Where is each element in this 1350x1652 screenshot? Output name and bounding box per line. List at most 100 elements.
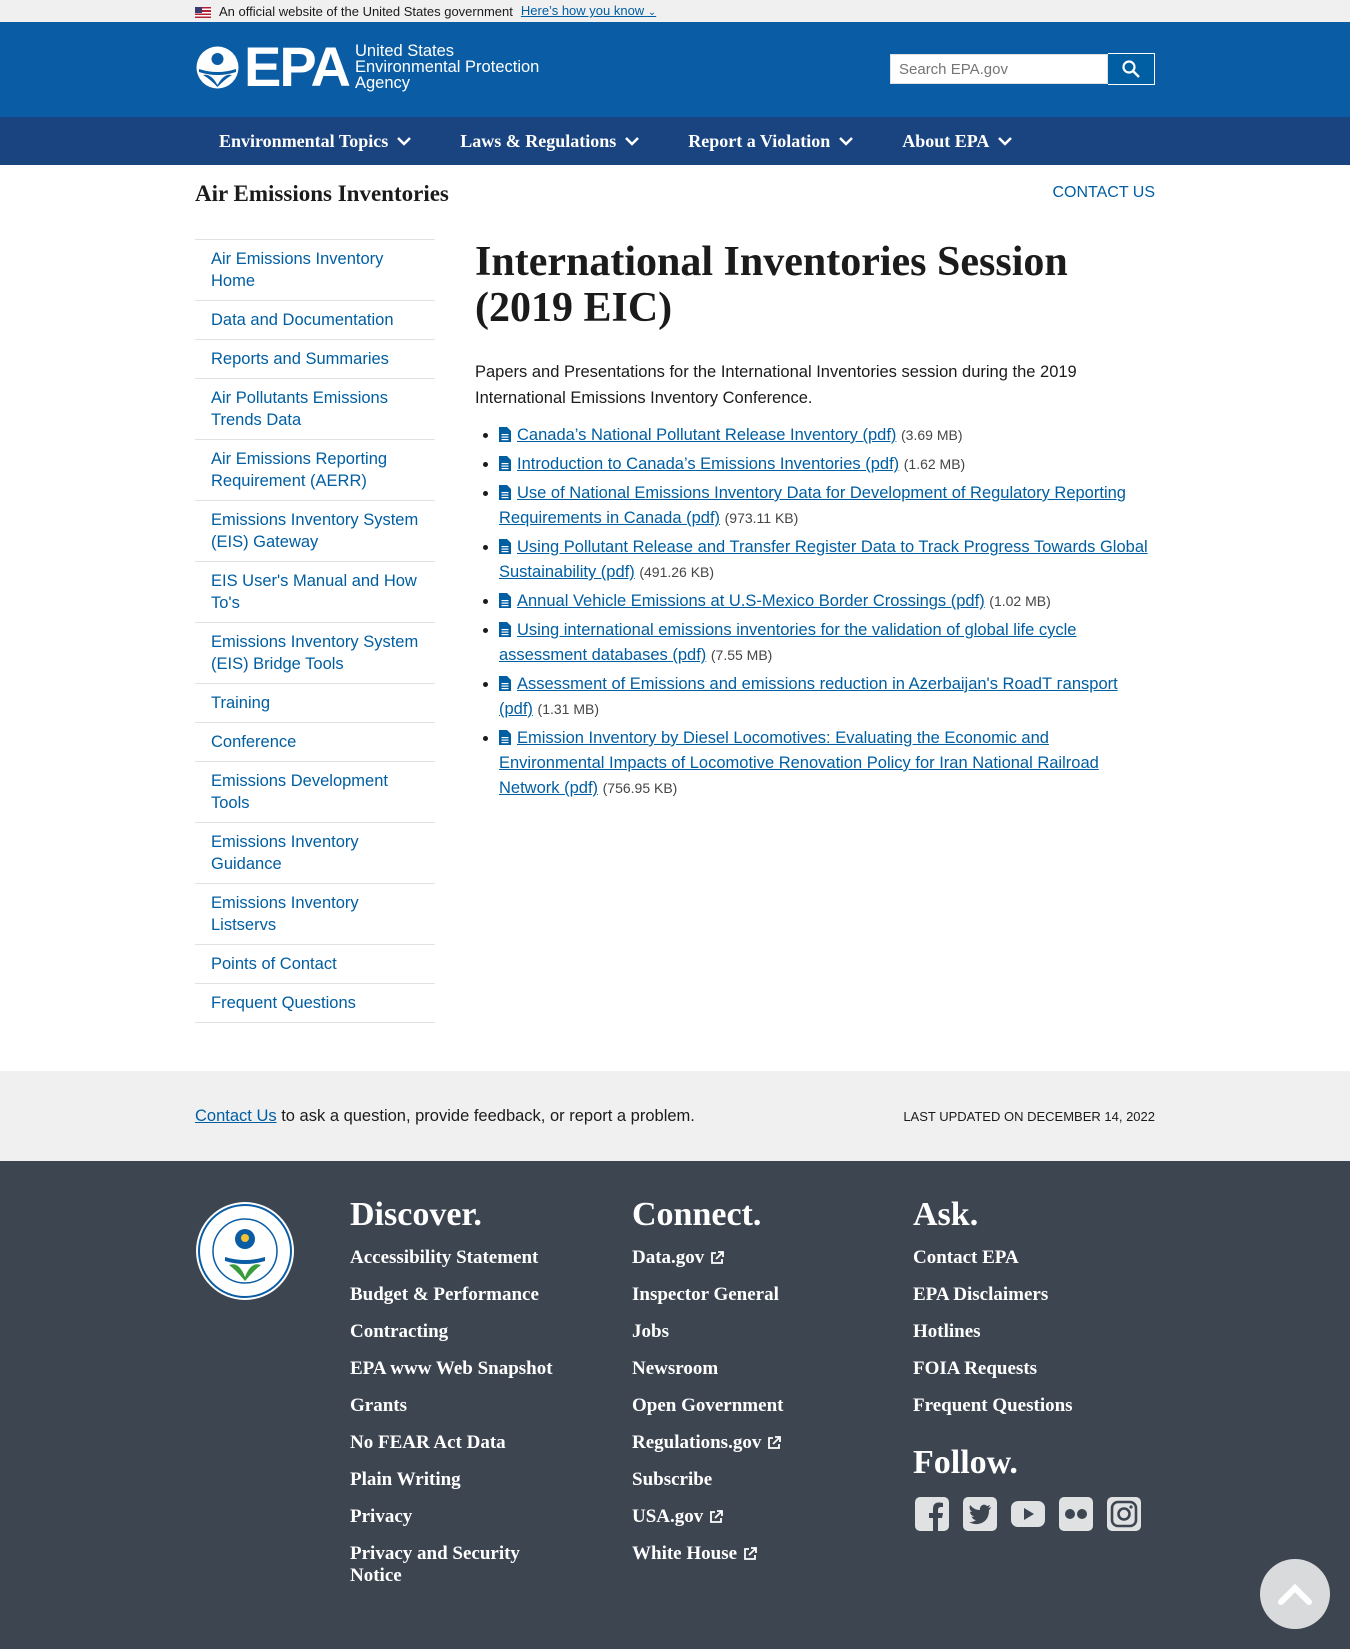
footer-link[interactable]: Subscribe xyxy=(632,1469,783,1491)
footer-link-usa-gov[interactable]: USA.gov xyxy=(632,1506,783,1528)
footer-link[interactable]: Jobs xyxy=(632,1321,783,1343)
document-icon xyxy=(499,539,511,554)
agency-name: United States Environmental Protection A… xyxy=(355,42,540,92)
list-item: Assessment of Emissions and emissions re… xyxy=(499,672,1155,722)
intro-text: Papers and Presentations for the Interna… xyxy=(475,363,1077,407)
footer-heading: Follow. xyxy=(913,1444,1018,1481)
document-icon xyxy=(499,485,511,500)
sidebar-item[interactable]: Air Emissions Inventory Home xyxy=(195,239,435,300)
sidebar-item[interactable]: Reports and Summaries xyxy=(195,339,435,378)
file-size: (1.62 MB) xyxy=(903,456,966,472)
search-icon xyxy=(1122,60,1140,78)
file-link[interactable]: Emission Inventory by Diesel Locomotives… xyxy=(499,729,1099,797)
facebook-icon[interactable] xyxy=(913,1495,951,1533)
social-links xyxy=(913,1495,1143,1533)
list-item: Canada’s National Pollutant Release Inve… xyxy=(499,423,1155,448)
footer-link[interactable]: Contact EPA xyxy=(913,1247,1143,1269)
instagram-icon[interactable] xyxy=(1105,1495,1143,1533)
footer-link[interactable]: FOIA Requests xyxy=(913,1358,1143,1380)
nav-report-violation[interactable]: Report a Violation xyxy=(664,131,878,152)
footer-link[interactable]: Plain Writing xyxy=(350,1469,560,1491)
file-size: (3.69 MB) xyxy=(901,427,963,443)
epa-seal-icon[interactable] xyxy=(195,1201,295,1301)
sidebar-item[interactable]: Air Pollutants Emissions Trends Data xyxy=(195,378,435,439)
youtube-icon[interactable] xyxy=(1009,1495,1047,1533)
footer-heading: Connect. xyxy=(632,1196,762,1233)
footer-link[interactable]: No FEAR Act Data xyxy=(350,1432,560,1454)
file-link[interactable]: Annual Vehicle Emissions at U.S-Mexico B… xyxy=(517,592,985,610)
footer-link[interactable]: Privacy xyxy=(350,1506,560,1528)
footer-link[interactable]: EPA Disclaimers xyxy=(913,1284,1143,1306)
sidebar-item[interactable]: Points of Contact xyxy=(195,944,435,983)
nav-laws-regulations[interactable]: Laws & Regulations xyxy=(436,131,664,152)
footer-heading: Discover. xyxy=(350,1196,482,1233)
footer-link-white-house[interactable]: White House xyxy=(632,1543,783,1565)
footer-link[interactable]: Open Government xyxy=(632,1395,783,1417)
file-size: (973.11 KB) xyxy=(724,510,799,526)
back-to-top-button[interactable] xyxy=(1260,1559,1330,1629)
epa-logo[interactable]: EPA United States Environmental Protecti… xyxy=(195,39,540,95)
footer-heading: Ask. xyxy=(913,1196,979,1233)
sidebar-item[interactable]: Training xyxy=(195,683,435,722)
footer-discover: Discover. Accessibility Statement Budget… xyxy=(350,1195,560,1602)
epa-flower-icon xyxy=(196,46,239,88)
official-site-text: An official website of the United States… xyxy=(219,4,513,19)
chevron-down-icon: ⌄ xyxy=(647,7,657,18)
external-link-icon xyxy=(768,1436,782,1449)
list-item: Using Pollutant Release and Transfer Reg… xyxy=(499,535,1155,585)
search-input[interactable] xyxy=(890,54,1108,84)
file-size: (7.55 MB) xyxy=(710,647,773,663)
footer-link[interactable]: Frequent Questions xyxy=(913,1395,1143,1417)
list-item: Emission Inventory by Diesel Locomotives… xyxy=(499,726,1155,801)
footer-link[interactable]: Hotlines xyxy=(913,1321,1143,1343)
external-link-icon xyxy=(711,1251,725,1264)
heres-how-you-know-link[interactable]: Here’s how you know ⌄ xyxy=(521,0,656,24)
contact-us-link[interactable]: Contact Us xyxy=(1052,184,1155,202)
sidebar-item[interactable]: Conference xyxy=(195,722,435,761)
footer-link[interactable]: Grants xyxy=(350,1395,560,1417)
footer-link[interactable]: EPA www Web Snapshot xyxy=(350,1358,560,1380)
last-updated-bar: Contact Us to ask a question, provide fe… xyxy=(0,1071,1350,1161)
file-link[interactable]: Introduction to Canada’s Emissions Inven… xyxy=(517,455,899,473)
document-icon xyxy=(499,427,511,442)
sidebar-item[interactable]: Emissions Inventory Listservs xyxy=(195,883,435,944)
footer-link-regulations-gov[interactable]: Regulations.gov xyxy=(632,1432,783,1454)
document-icon xyxy=(499,622,511,637)
footer-link[interactable]: Newsroom xyxy=(632,1358,783,1380)
file-link[interactable]: Canada’s National Pollutant Release Inve… xyxy=(517,426,896,444)
footer-link[interactable]: Inspector General xyxy=(632,1284,783,1306)
sidebar-item[interactable]: Data and Documentation xyxy=(195,300,435,339)
footer-link[interactable]: Budget & Performance xyxy=(350,1284,560,1306)
last-updated-date: Last updated on December 14, 2022 xyxy=(903,1108,1155,1124)
external-link-icon xyxy=(710,1510,724,1523)
nav-environmental-topics[interactable]: Environmental Topics xyxy=(195,131,436,152)
file-link[interactable]: Using Pollutant Release and Transfer Reg… xyxy=(499,538,1148,581)
footer-contact-us-link[interactable]: Contact Us xyxy=(195,1107,277,1125)
nav-about-epa[interactable]: About EPA xyxy=(878,131,1037,152)
footer-link[interactable]: Privacy and Security Notice xyxy=(350,1543,560,1587)
sidebar-item[interactable]: Emissions Inventory System (EIS) Bridge … xyxy=(195,622,435,683)
file-size: (1.02 MB) xyxy=(989,593,1051,609)
chevron-down-icon xyxy=(397,137,412,146)
sidebar-item[interactable]: Air Emissions Reporting Requirement (AER… xyxy=(195,439,435,500)
file-link[interactable]: Using international emissions inventorie… xyxy=(499,621,1076,664)
search-button[interactable] xyxy=(1108,53,1155,85)
sidebar-item[interactable]: EIS User's Manual and How To's xyxy=(195,561,435,622)
microsite-header: Air Emissions Inventories Contact Us xyxy=(195,165,1155,239)
chevron-up-icon xyxy=(1278,1583,1312,1605)
twitter-icon[interactable] xyxy=(961,1495,999,1533)
chevron-down-icon xyxy=(625,137,640,146)
file-size: (756.95 KB) xyxy=(602,780,678,796)
file-link[interactable]: Use of National Emissions Inventory Data… xyxy=(499,484,1126,527)
sidebar-item[interactable]: Emissions Inventory System (EIS) Gateway xyxy=(195,500,435,561)
footer-link[interactable]: Contracting xyxy=(350,1321,560,1343)
footer-link[interactable]: Accessibility Statement xyxy=(350,1247,560,1269)
flickr-icon[interactable] xyxy=(1057,1495,1095,1533)
sidebar-item[interactable]: Frequent Questions xyxy=(195,983,435,1022)
external-link-icon xyxy=(744,1547,757,1560)
sidebar-item[interactable]: Emissions Development Tools xyxy=(195,761,435,822)
microsite-title[interactable]: Air Emissions Inventories xyxy=(195,181,449,207)
site-header: EPA United States Environmental Protecti… xyxy=(0,22,1350,117)
sidebar-item[interactable]: Emissions Inventory Guidance xyxy=(195,822,435,883)
footer-link-data-gov[interactable]: Data.gov xyxy=(632,1247,783,1269)
